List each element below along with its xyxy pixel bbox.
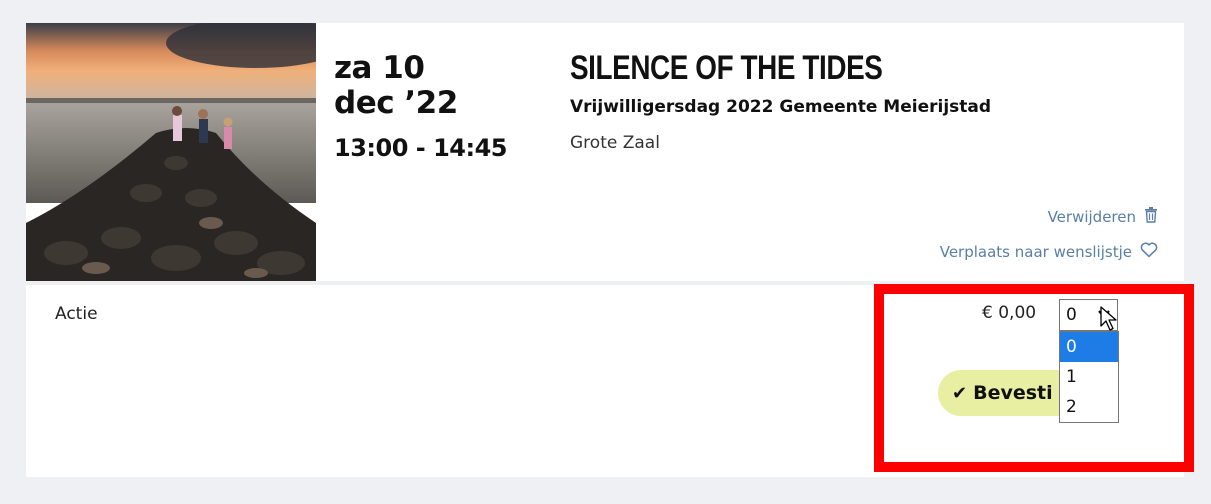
quantity-option-2[interactable]: 2 [1060, 392, 1118, 422]
move-to-wishlist-link[interactable]: Verplaats naar wenslijstje [940, 242, 1158, 262]
event-datetime: za 10 dec ’22 13:00 - 14:45 [334, 51, 507, 163]
wishlist-label: Verplaats naar wenslijstje [939, 243, 1132, 261]
event-subtitle: Vrijwilligersdag 2022 Gemeente Meierijst… [570, 97, 992, 117]
event-date-day: za 10 [334, 50, 425, 86]
quantity-selected-value: 0 [1066, 305, 1077, 325]
event-title: SILENCE OF THE TIDES [570, 49, 883, 87]
remove-link[interactable]: Verwijderen [1048, 207, 1158, 227]
event-image [26, 23, 316, 281]
event-time: 13:00 - 14:45 [334, 134, 507, 162]
ticket-price: € 0,00 [982, 303, 1037, 323]
remove-label: Verwijderen [1047, 208, 1136, 226]
mouse-cursor-icon [1100, 306, 1118, 337]
ticket-type-label: Actie [55, 304, 98, 324]
event-date-month: dec ’22 [334, 85, 458, 121]
trash-icon [1144, 207, 1158, 227]
event-venue: Grote Zaal [570, 133, 660, 153]
quantity-option-1[interactable]: 1 [1060, 362, 1118, 392]
heart-icon [1140, 242, 1158, 262]
checkmark-icon: ✔ [952, 382, 968, 404]
quantity-dropdown-list: 0 1 2 [1059, 331, 1119, 423]
confirm-label: Bevesti [973, 382, 1053, 404]
card-divider [26, 281, 1184, 285]
